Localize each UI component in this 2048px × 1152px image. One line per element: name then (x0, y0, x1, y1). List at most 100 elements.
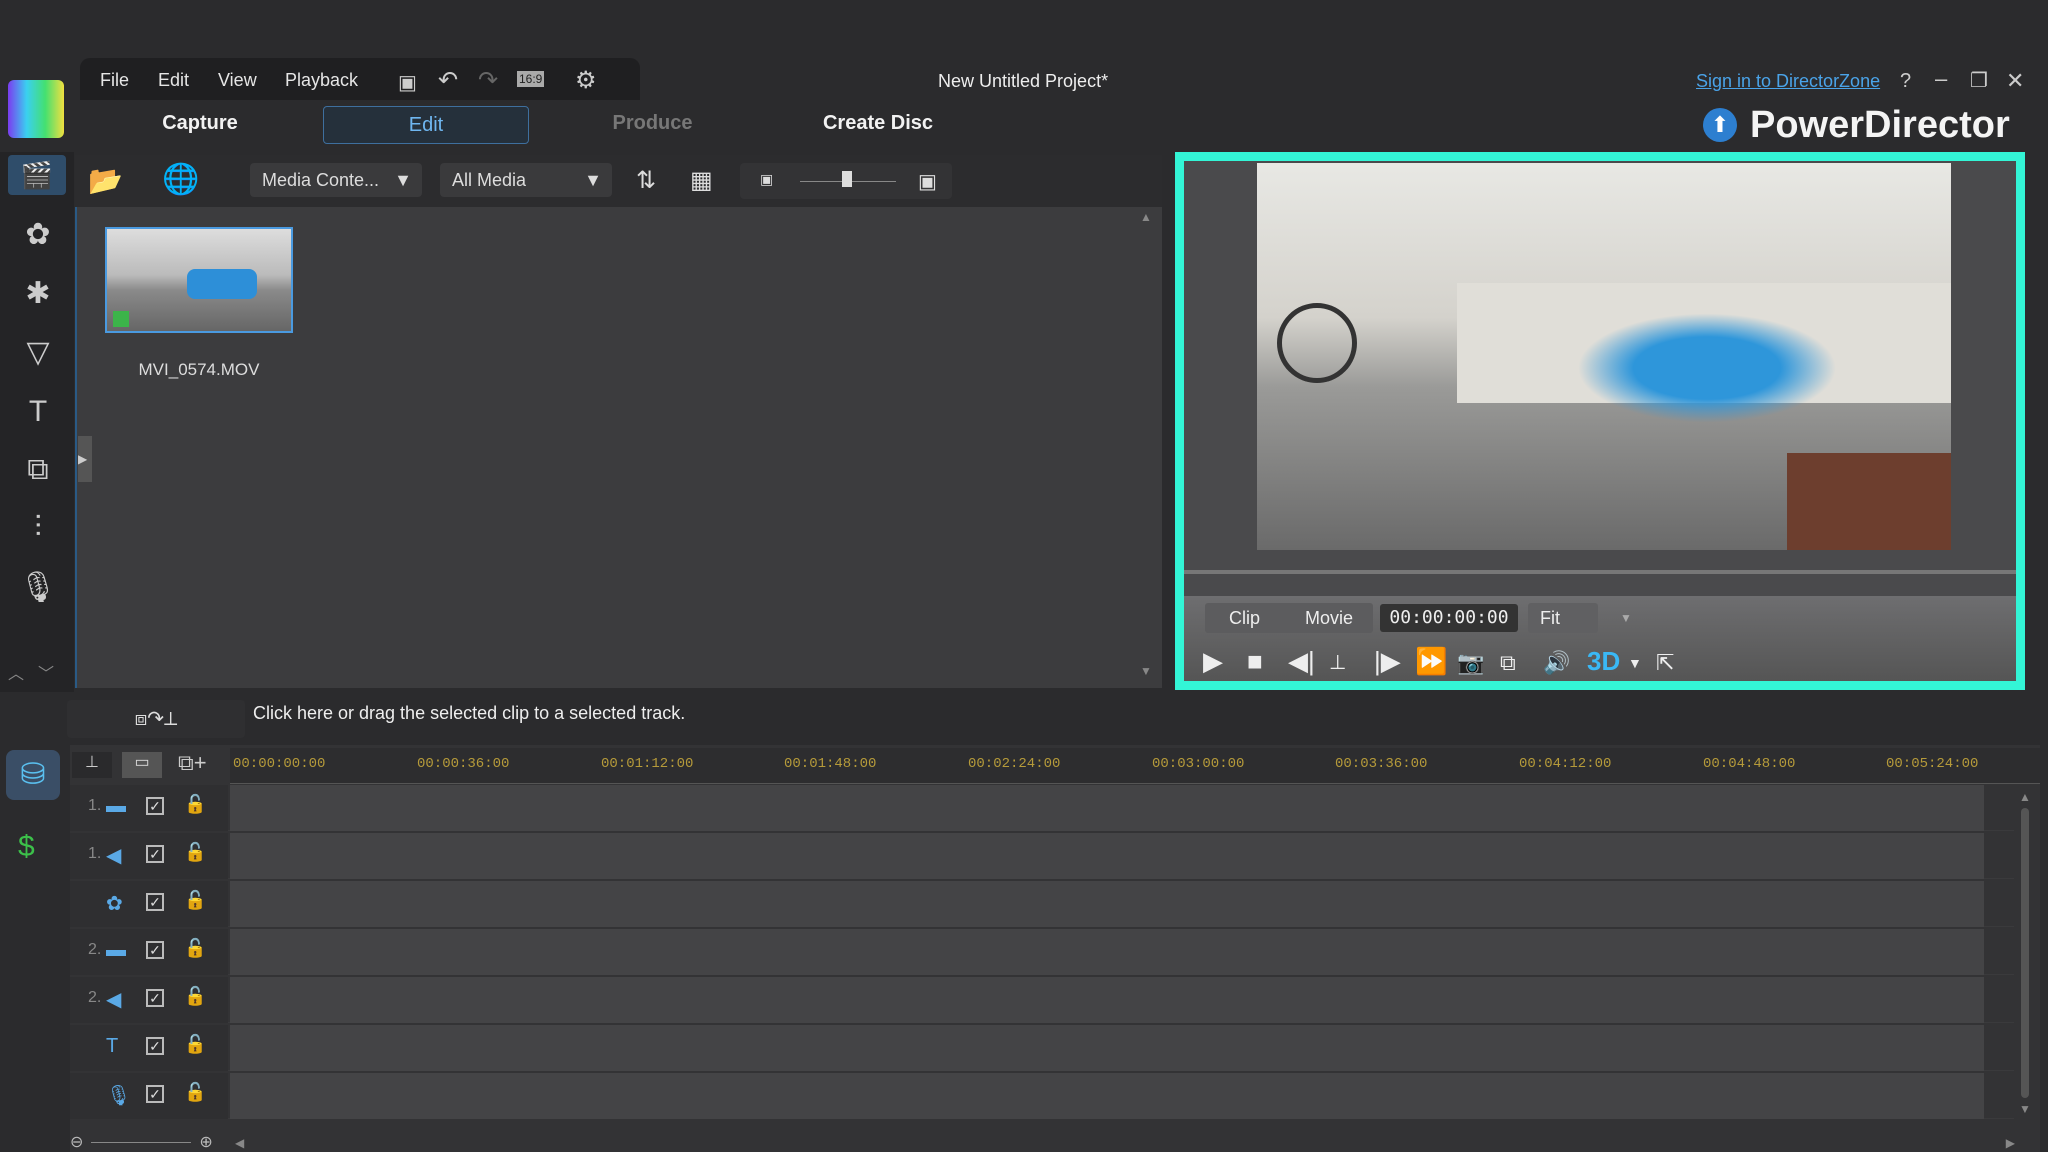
help-button[interactable]: ? (1900, 70, 1911, 93)
timeline-zoom-slider[interactable]: ⊖ ⊕ (70, 1132, 230, 1152)
sort-icon[interactable]: ⇅ (636, 166, 656, 195)
timeline-track[interactable]: 1. ▬ ✓ 🔓 (70, 785, 2014, 831)
slider-thumb[interactable] (842, 171, 852, 187)
lock-icon[interactable]: 🔓 (184, 890, 206, 911)
pip-room-icon[interactable]: ✱ (18, 274, 58, 314)
track-lane[interactable] (230, 881, 1984, 927)
lock-icon[interactable]: 🔓 (184, 1082, 206, 1103)
panel-collapse-handle[interactable]: ▶ (78, 436, 92, 482)
stop-button[interactable]: ■ (1247, 646, 1263, 677)
fast-forward-button[interactable]: ⏩ (1415, 646, 1447, 677)
media-clip-thumbnail[interactable] (105, 227, 293, 333)
mode-clip-button[interactable]: Clip (1229, 608, 1260, 629)
track-enable-checkbox[interactable]: ✓ (146, 989, 164, 1007)
timecode-field[interactable]: 00:00:00:00 (1380, 604, 1518, 632)
mode-movie-button[interactable]: Movie (1305, 608, 1353, 629)
media-content-dropdown[interactable]: Media Conte... ▼ (250, 163, 422, 197)
tab-produce[interactable]: Produce (600, 112, 705, 135)
title-room-icon[interactable]: T (18, 392, 58, 432)
track-lane[interactable] (230, 785, 1984, 831)
settings-icon[interactable]: ⚙ (575, 66, 597, 95)
particle-room-icon[interactable]: ▽ (18, 333, 58, 373)
play-button[interactable]: ▶ (1203, 646, 1223, 677)
magic-tool-icon[interactable]: ⛁ (6, 750, 60, 800)
upgrade-icon[interactable]: ⬆ (1703, 108, 1737, 142)
menu-playback[interactable]: Playback (285, 70, 358, 91)
timeline-track[interactable]: 1. ◀ ✓ 🔓 (70, 833, 2014, 879)
voice-over-room-icon[interactable]: 🎙 (18, 568, 58, 608)
redo-icon[interactable]: ↷ (478, 66, 498, 95)
thumbnail-size-slider[interactable]: ▣ ▣ (740, 163, 952, 199)
save-icon[interactable]: ▣ (398, 70, 417, 95)
3d-dropdown-icon[interactable]: ▼ (1628, 655, 1642, 671)
track-enable-checkbox[interactable]: ✓ (146, 941, 164, 959)
menu-view[interactable]: View (218, 70, 257, 91)
track-enable-checkbox[interactable]: ✓ (146, 797, 164, 815)
timeline-track[interactable]: 🎙 ✓ 🔓 (70, 1073, 2014, 1119)
lock-icon[interactable]: 🔓 (184, 1034, 206, 1055)
chevron-down-icon: ▼ (394, 170, 412, 190)
track-header: 2. ◀ ✓ 🔓 (70, 977, 228, 1023)
tab-capture[interactable]: Capture (150, 112, 250, 135)
track-enable-checkbox[interactable]: ✓ (146, 845, 164, 863)
minimize-button[interactable]: – (1935, 66, 1947, 92)
plugin-icon[interactable]: $ (18, 830, 35, 864)
track-header: T ✓ 🔓 (70, 1025, 228, 1071)
tab-create-disc[interactable]: Create Disc (810, 112, 946, 135)
track-enable-checkbox[interactable]: ✓ (146, 1037, 164, 1055)
voice-track-icon: 🎙 (106, 1085, 132, 1107)
audio-mixing-room-icon[interactable]: ⫶ (18, 508, 58, 548)
undock-icon[interactable]: ⇱ (1656, 650, 1674, 676)
menu-file[interactable]: File (100, 70, 129, 91)
timeline-view-button[interactable]: ⊥ (72, 752, 112, 778)
lock-icon[interactable]: 🔓 (184, 938, 206, 959)
scroll-up-icon[interactable]: ︿ (8, 660, 24, 684)
effect-room-icon[interactable]: ✿ (18, 215, 58, 255)
secondary-display-icon[interactable]: ⧉ (1500, 650, 1516, 676)
timeline-track[interactable]: 2. ◀ ✓ 🔓 (70, 977, 2014, 1023)
track-enable-checkbox[interactable]: ✓ (146, 1085, 164, 1103)
aspect-ratio-button[interactable]: 16:9 (517, 71, 545, 87)
mark-icon[interactable]: ⊥ (1329, 650, 1346, 675)
lock-icon[interactable]: 🔓 (184, 794, 206, 815)
track-enable-checkbox[interactable]: ✓ (146, 893, 164, 911)
zoom-dropdown[interactable]: Fit ▼ (1528, 603, 1632, 633)
next-frame-button[interactable]: |▶ (1374, 646, 1401, 677)
tab-edit[interactable]: Edit (323, 106, 529, 144)
track-lane[interactable] (230, 1073, 1984, 1119)
volume-icon[interactable]: 🔊 (1543, 650, 1570, 676)
sign-in-link[interactable]: Sign in to DirectorZone (1696, 71, 1880, 92)
media-room-icon[interactable]: 🎬 (8, 155, 66, 195)
storyboard-view-button[interactable]: ▭ (122, 752, 162, 778)
track-lane[interactable] (230, 1025, 1984, 1071)
track-lane[interactable] (230, 929, 1984, 975)
preview-scrubber[interactable] (1184, 570, 2016, 574)
undo-icon[interactable]: ↶ (438, 66, 458, 95)
download-content-icon[interactable]: 🌐 (162, 162, 199, 197)
timeline-track[interactable]: ✿ ✓ 🔓 (70, 881, 2014, 927)
scroll-down-icon[interactable]: ﹀ (38, 660, 54, 684)
library-scrollbar[interactable]: ▲ ▼ (1140, 210, 1154, 680)
close-button[interactable]: ✕ (2006, 68, 2024, 94)
timeline-vertical-scrollbar[interactable]: ▲ ▼ (2016, 790, 2034, 1120)
menu-edit[interactable]: Edit (158, 70, 189, 91)
timeline-hint[interactable]: Click here or drag the selected clip to … (253, 703, 685, 724)
timeline-track[interactable]: T ✓ 🔓 (70, 1025, 2014, 1071)
snapshot-icon[interactable]: 📷 (1457, 650, 1484, 676)
track-lane[interactable] (230, 833, 1984, 879)
lock-icon[interactable]: 🔓 (184, 986, 206, 1007)
title-track-icon: T (106, 1035, 119, 1057)
maximize-button[interactable]: ❐ (1970, 68, 1988, 93)
previous-frame-button[interactable]: ◀| (1288, 646, 1315, 677)
track-manager-icon[interactable]: ⧉+ (178, 750, 207, 776)
track-lane[interactable] (230, 977, 1984, 1023)
3d-toggle[interactable]: 3D (1587, 646, 1620, 677)
timeline-track[interactable]: 2. ▬ ✓ 🔓 (70, 929, 2014, 975)
lock-icon[interactable]: 🔓 (184, 842, 206, 863)
grid-view-icon[interactable]: ▦ (690, 166, 713, 195)
transition-room-icon[interactable]: ⧉ (18, 450, 58, 490)
timeline-horizontal-scrollbar[interactable]: ◀ ▶ (235, 1136, 2015, 1150)
import-folder-icon[interactable]: 📂 (88, 164, 123, 197)
add-to-track-button[interactable]: ⧈↷⊥ (67, 700, 245, 738)
media-filter-dropdown[interactable]: All Media ▼ (440, 163, 612, 197)
